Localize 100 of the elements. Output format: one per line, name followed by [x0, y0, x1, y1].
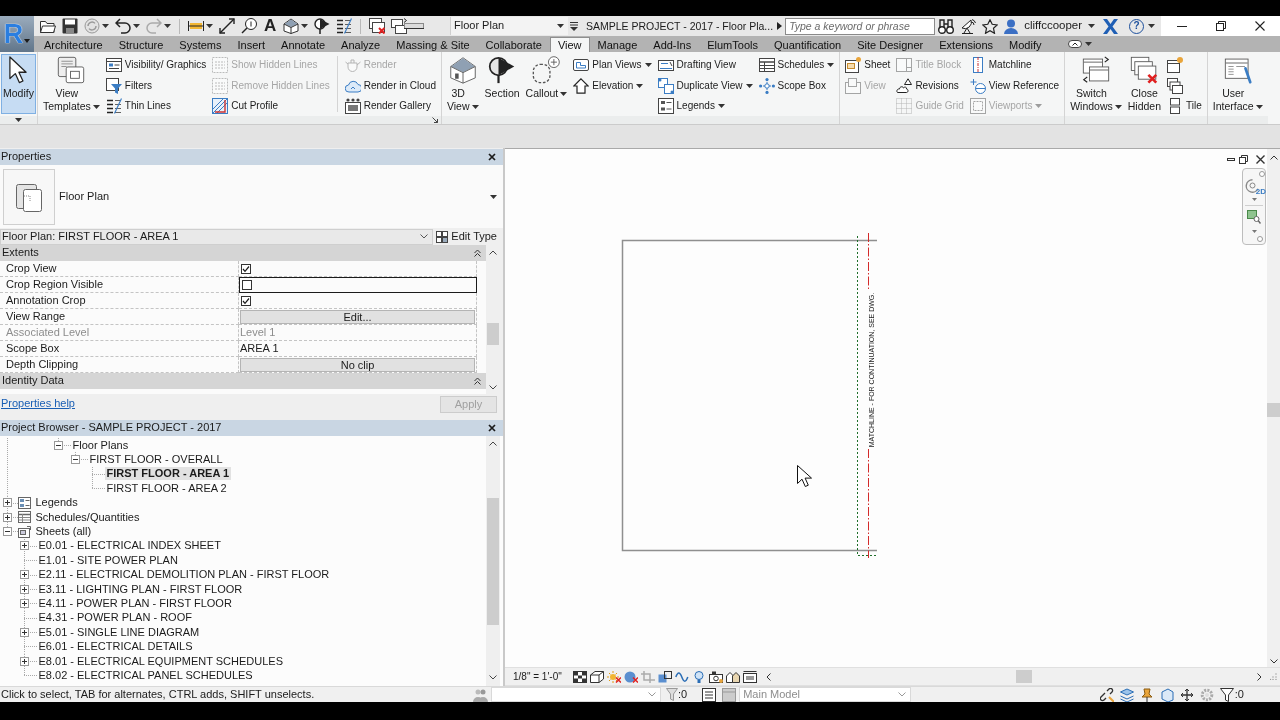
ribbon-tab[interactable]: Systems — [171, 37, 230, 52]
ribbon-button[interactable]: View Templates — [40, 54, 102, 114]
ribbon-button[interactable]: Render Gallery — [342, 97, 433, 115]
caret-icon[interactable] — [1148, 24, 1156, 28]
caret-icon[interactable] — [301, 24, 309, 28]
ribbon-button[interactable]: View Reference — [967, 76, 1062, 95]
close-icon[interactable] — [1256, 155, 1265, 164]
cube-icon[interactable] — [589, 670, 604, 683]
ribbon-button[interactable] — [1165, 76, 1186, 95]
instance-selector[interactable]: Floor Plan: FIRST FLOOR - AREA 1 — [0, 228, 434, 245]
caret-icon[interactable] — [92, 105, 100, 109]
ribbon-button[interactable]: Close Hidden — [1125, 54, 1164, 114]
section-marker-icon[interactable] — [314, 18, 331, 34]
expand-icon[interactable] — [19, 541, 29, 551]
collapse-icon[interactable] — [53, 440, 63, 450]
caret-icon[interactable] — [636, 83, 644, 88]
chevron-icon[interactable] — [420, 234, 429, 239]
tree-item[interactable]: FIRST FLOOR - AREA 2 — [104, 481, 229, 495]
sun-icon[interactable] — [606, 670, 621, 683]
property-button[interactable]: No clip — [240, 357, 475, 372]
dimension-icon[interactable] — [188, 18, 204, 34]
scrollbar-track[interactable] — [1267, 149, 1280, 667]
ribbon-button[interactable]: Section — [482, 54, 522, 114]
tag-icon[interactable] — [241, 18, 257, 34]
scrollbar-track[interactable] — [486, 436, 500, 686]
tree-item[interactable]: Schedules/Quantities — [33, 510, 142, 524]
ribbon-button[interactable]: Thin Lines — [103, 97, 173, 115]
tree-item[interactable]: E8.01 - ELECTRICAL EQUIPMENT SCHEDULES — [36, 654, 285, 668]
scroll-up-icon[interactable] — [1269, 155, 1278, 160]
text-tool-button[interactable]: A — [264, 18, 277, 34]
ribbon-tab[interactable]: Quantification — [765, 37, 850, 52]
ribbon-button[interactable]: User Interface — [1210, 54, 1265, 114]
checkbox[interactable] — [241, 295, 251, 306]
ribbon-tab[interactable]: Collaborate — [477, 37, 550, 52]
ribbon-tab[interactable]: Architecture — [36, 37, 111, 52]
resize-grip-icon[interactable] — [1270, 673, 1277, 680]
scrollbar-thumb[interactable] — [1267, 403, 1280, 417]
expand-icon[interactable] — [2, 498, 12, 508]
undo-icon[interactable] — [115, 18, 131, 34]
tree-item[interactable]: E8.02 - ELECTRICAL PANEL SCHEDULES — [36, 668, 255, 682]
x-shape-icon[interactable] — [1103, 18, 1119, 34]
ribbon-tab[interactable]: Modify — [1001, 37, 1050, 52]
caret-icon[interactable] — [745, 83, 753, 88]
move-icon[interactable] — [1179, 687, 1194, 702]
tree-item[interactable]: E6.01 - ELECTRICAL DETAILS — [36, 640, 195, 654]
tree-item[interactable]: FIRST FLOOR - OVERALL — [87, 453, 225, 467]
binoculars-icon[interactable] — [938, 18, 955, 34]
caret-icon[interactable] — [490, 194, 497, 199]
zoom-window-icon[interactable] — [1247, 210, 1261, 224]
scroll-up-icon[interactable] — [489, 441, 497, 446]
close-icon[interactable] — [488, 424, 496, 432]
camera-icon[interactable] — [708, 670, 723, 683]
layers-icon[interactable] — [1119, 687, 1134, 702]
restore-icon[interactable] — [1216, 21, 1226, 31]
ribbon-button[interactable] — [1165, 56, 1186, 74]
ribbon-button[interactable]: Schedules — [756, 56, 837, 74]
crop-region-icon[interactable] — [657, 670, 672, 683]
tree-item[interactable]: E4.31 - POWER PLAN - ROOF — [36, 611, 194, 625]
caret-icon[interactable] — [206, 24, 213, 28]
tree-item[interactable]: E5.01 - SINGLE LINE DIAGRAM — [36, 625, 202, 639]
ribbon-button[interactable]: Render in Cloud — [342, 76, 438, 95]
scroll-down-icon[interactable] — [489, 675, 497, 680]
ribbon-button[interactable]: Modify — [1, 54, 36, 114]
caret-icon[interactable] — [471, 105, 479, 109]
expand-icon[interactable] — [19, 599, 29, 608]
star-icon[interactable] — [982, 18, 999, 34]
ribbon-button[interactable]: Cut Profile — [210, 97, 280, 115]
ribbon-button[interactable]: Revisions — [894, 76, 961, 95]
tree-item[interactable]: Floor Plans — [70, 438, 131, 452]
houses-icon[interactable] — [725, 670, 740, 683]
pin-icon[interactable] — [1139, 687, 1154, 702]
caret-icon[interactable] — [1255, 105, 1263, 109]
ribbon-tab[interactable]: Insert — [229, 37, 274, 52]
tree-item[interactable]: E2.11 - ELECTRICAL DEMOLITION PLAN - FIRST FLOOR — [36, 568, 332, 582]
caret-icon[interactable] — [1114, 105, 1122, 109]
customize-icon[interactable] — [570, 21, 578, 31]
close-windows-icon[interactable] — [369, 18, 386, 34]
tree-item[interactable]: E1.01 - SITE POWER PLAN — [36, 553, 180, 567]
ribbon-tab[interactable]: ElumTools — [699, 37, 766, 52]
expand-icon[interactable] — [19, 584, 29, 594]
collapse-icon[interactable] — [474, 249, 481, 257]
ribbon-button[interactable]: Callout — [523, 54, 570, 114]
house-3d-icon[interactable] — [283, 18, 300, 34]
tree-item[interactable]: FIRST FLOOR - AREA 1 — [104, 467, 232, 481]
view-selector[interactable]: Floor Plan — [450, 17, 568, 35]
ribbon-tab[interactable]: Extensions — [931, 37, 1002, 52]
ribbon-button[interactable]: 3D View — [444, 54, 481, 114]
ribbon-tab[interactable]: Manage — [589, 37, 646, 52]
caret-icon[interactable] — [102, 24, 109, 28]
diagonal-arrow-icon[interactable] — [219, 18, 235, 34]
property-button[interactable]: Edit... — [240, 309, 475, 324]
sphere-icon[interactable] — [623, 670, 638, 683]
ribbon-button[interactable]: Visibility/ Graphics — [103, 56, 209, 74]
expand-icon[interactable] — [2, 512, 12, 522]
type-selector[interactable]: Floor Plan — [0, 165, 503, 228]
expand-icon[interactable] — [19, 627, 29, 637]
scrollbar-thumb[interactable] — [487, 498, 499, 625]
minimize-icon[interactable] — [1177, 25, 1187, 27]
face-select-icon[interactable] — [1159, 687, 1174, 702]
bulb-icon[interactable] — [691, 670, 706, 683]
